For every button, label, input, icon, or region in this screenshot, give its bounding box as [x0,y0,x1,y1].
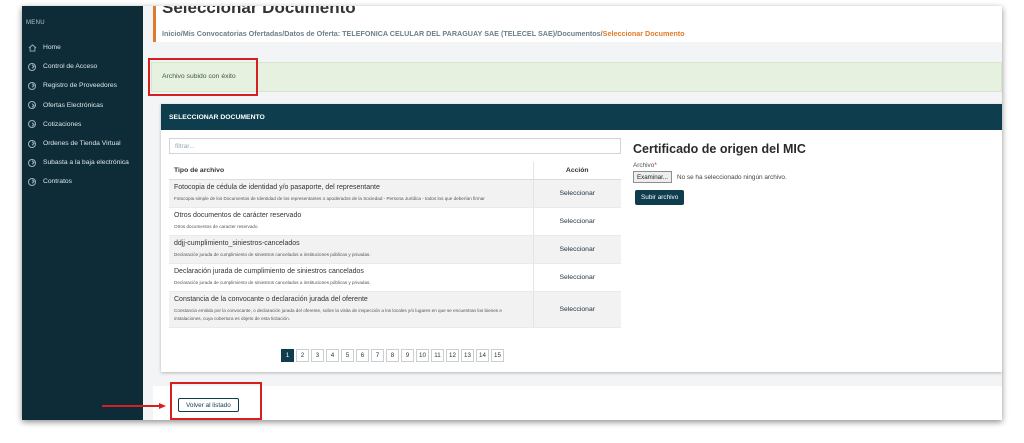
document-cell: Declaración jurada de cumplimiento de si… [169,263,533,292]
upload-file-button[interactable]: Subir archivo [635,190,685,205]
annotation-arrow-icon [102,403,166,409]
select-link[interactable]: Seleccionar [532,179,621,208]
sidebar-item-contratos[interactable]: Contratos [22,172,143,191]
document-title: Otros documentos de carácter reservado [174,212,302,219]
chevron-right-icon [28,120,36,129]
document-cell: ddjj-cumplimiento_siniestros-cancelados … [169,235,533,264]
page-button-6[interactable]: 6 [356,349,369,362]
no-file-text: No se ha seleccionado ningún archivo. [676,173,787,181]
menu-label: MENU [26,20,45,26]
sidebar-item-label: Home [43,44,61,52]
chevron-right-icon [28,62,36,71]
document-description: Declaración jurada de cumplimiento de si… [174,252,371,257]
document-description: Declaración jurada de cumplimiento de si… [174,280,371,285]
file-field-label-text: Archivo [633,162,655,169]
pagination: 1 2 3 4 5 6 7 8 9 10 11 12 13 14 15 [281,349,504,362]
chevron-right-icon [28,177,36,186]
sidebar-item-ofertas-electronicas[interactable]: Ofertas Electrónicas [22,96,143,115]
sidebar-item-home[interactable]: Home [22,38,143,57]
select-link[interactable]: Seleccionar [532,235,621,264]
success-alert: Archivo subido con éxito [151,62,1002,92]
sidebar-item-label: Ofertas Electrónicas [43,101,104,109]
page-button-1[interactable]: 1 [281,349,294,362]
sidebar-item-label: Subasta a la baja electrónica [43,159,129,167]
document-card: SELECCIONAR DOCUMENTO filtrar... Tipo de… [161,104,1002,372]
sidebar-item-ordenes-tienda[interactable]: Ordenes de Tienda Virtual [22,134,143,153]
documents-table: Tipo de archivo Acción Fotocopia de cédu… [169,162,621,328]
sidebar-item-label: Contratos [43,178,72,186]
chevron-right-icon [28,139,36,148]
breadcrumb-link-documentos[interactable]: Documentos [557,29,601,38]
page-header: Seleccionar Documento Inicio/Mis Convoca… [153,6,1002,42]
browse-button[interactable]: Examinar... [633,171,672,183]
sidebar-list: Home Control de Acceso Registro de Prove… [22,38,143,192]
document-description: Fotocopia simple de los Documentos de Id… [174,196,485,201]
page-button-8[interactable]: 8 [386,349,399,362]
page-button-5[interactable]: 5 [341,349,354,362]
sidebar-item-subasta[interactable]: Subasta a la baja electrónica [22,153,143,172]
sidebar-item-label: Control de Acceso [43,63,98,71]
document-cell: Constancia de la convocante o declaració… [169,291,533,328]
sidebar-item-cotizaciones[interactable]: Cotizaciones [22,115,143,134]
file-input: Examinar... No se ha seleccionado ningún… [633,171,787,183]
document-cell: Fotocopia de cédula de identidad y/o pas… [169,179,533,208]
document-title: Fotocopia de cédula de identidad y/o pas… [174,184,380,191]
annotation-highlight-alert [148,58,258,96]
chevron-right-icon [28,158,36,167]
document-cell: Otros documentos de carácter reservado O… [169,207,533,236]
table-row: Otros documentos de carácter reservado O… [169,207,621,236]
table-row: ddjj-cumplimiento_siniestros-cancelados … [169,235,621,264]
breadcrumb-current: Seleccionar Documento [602,29,685,38]
page-button-13[interactable]: 13 [461,349,474,362]
file-field-label: Archivo* [633,162,657,169]
page-button-14[interactable]: 14 [476,349,489,362]
page-button-7[interactable]: 7 [371,349,384,362]
chevron-right-icon [28,81,36,90]
sidebar: MENU Home Control de Acceso Registro de … [22,6,143,420]
page-button-10[interactable]: 10 [416,349,429,362]
chevron-right-icon [28,101,36,110]
page-button-15[interactable]: 15 [491,349,504,362]
select-link[interactable]: Seleccionar [532,263,621,292]
sidebar-item-registro-proveedores[interactable]: Registro de Proveedores [22,76,143,95]
upload-section-title: Certificado de origen del MIC [633,142,806,156]
sidebar-item-label: Ordenes de Tienda Virtual [43,140,121,148]
breadcrumb-link-inicio[interactable]: Inicio [162,29,181,38]
table-row: Constancia de la convocante o declaració… [169,291,621,328]
breadcrumb-link-convocatorias[interactable]: Mis Convocatorias Ofertadas [183,29,282,38]
page-title: Seleccionar Documento [162,6,356,17]
select-link[interactable]: Seleccionar [532,291,621,328]
breadcrumb: Inicio/Mis Convocatorias Ofertadas/Datos… [162,29,685,38]
document-title: Declaración jurada de cumplimiento de si… [174,268,364,275]
main-content: Seleccionar Documento Inicio/Mis Convoca… [143,6,1002,420]
table-row: Fotocopia de cédula de identidad y/o pas… [169,179,621,208]
select-link[interactable]: Seleccionar [532,207,621,236]
page-button-11[interactable]: 11 [431,349,444,362]
page-button-12[interactable]: 12 [446,349,459,362]
card-heading: SELECCIONAR DOCUMENTO [161,104,1002,130]
breadcrumb-link-datos-oferta[interactable]: Datos de Oferta: TELEFONICA CELULAR DEL … [284,29,555,38]
document-description: Otros documentos de caracter reservado [174,224,258,229]
page-button-2[interactable]: 2 [296,349,309,362]
table-header-row: Tipo de archivo Acción [169,162,621,180]
required-mark: * [654,162,657,169]
document-title: ddjj-cumplimiento_siniestros-cancelados [174,240,300,247]
page-button-9[interactable]: 9 [401,349,414,362]
app-window: MENU Home Control de Acceso Registro de … [22,6,1002,420]
sidebar-item-label: Registro de Proveedores [43,82,117,90]
home-icon [28,43,37,52]
document-title: Constancia de la convocante o declaració… [174,296,368,303]
annotation-highlight-back-button [170,382,262,420]
page-button-4[interactable]: 4 [326,349,339,362]
table-row: Declaración jurada de cumplimiento de si… [169,263,621,292]
footer-bar [153,386,1002,420]
sidebar-item-control-acceso[interactable]: Control de Acceso [22,57,143,76]
column-header-type: Tipo de archivo [169,162,533,180]
page-button-3[interactable]: 3 [311,349,324,362]
column-header-action: Acción [532,162,621,180]
sidebar-item-label: Cotizaciones [43,120,82,128]
filter-input[interactable]: filtrar... [169,138,621,154]
document-description: Constancia emitida por la convocante, o … [174,308,502,321]
